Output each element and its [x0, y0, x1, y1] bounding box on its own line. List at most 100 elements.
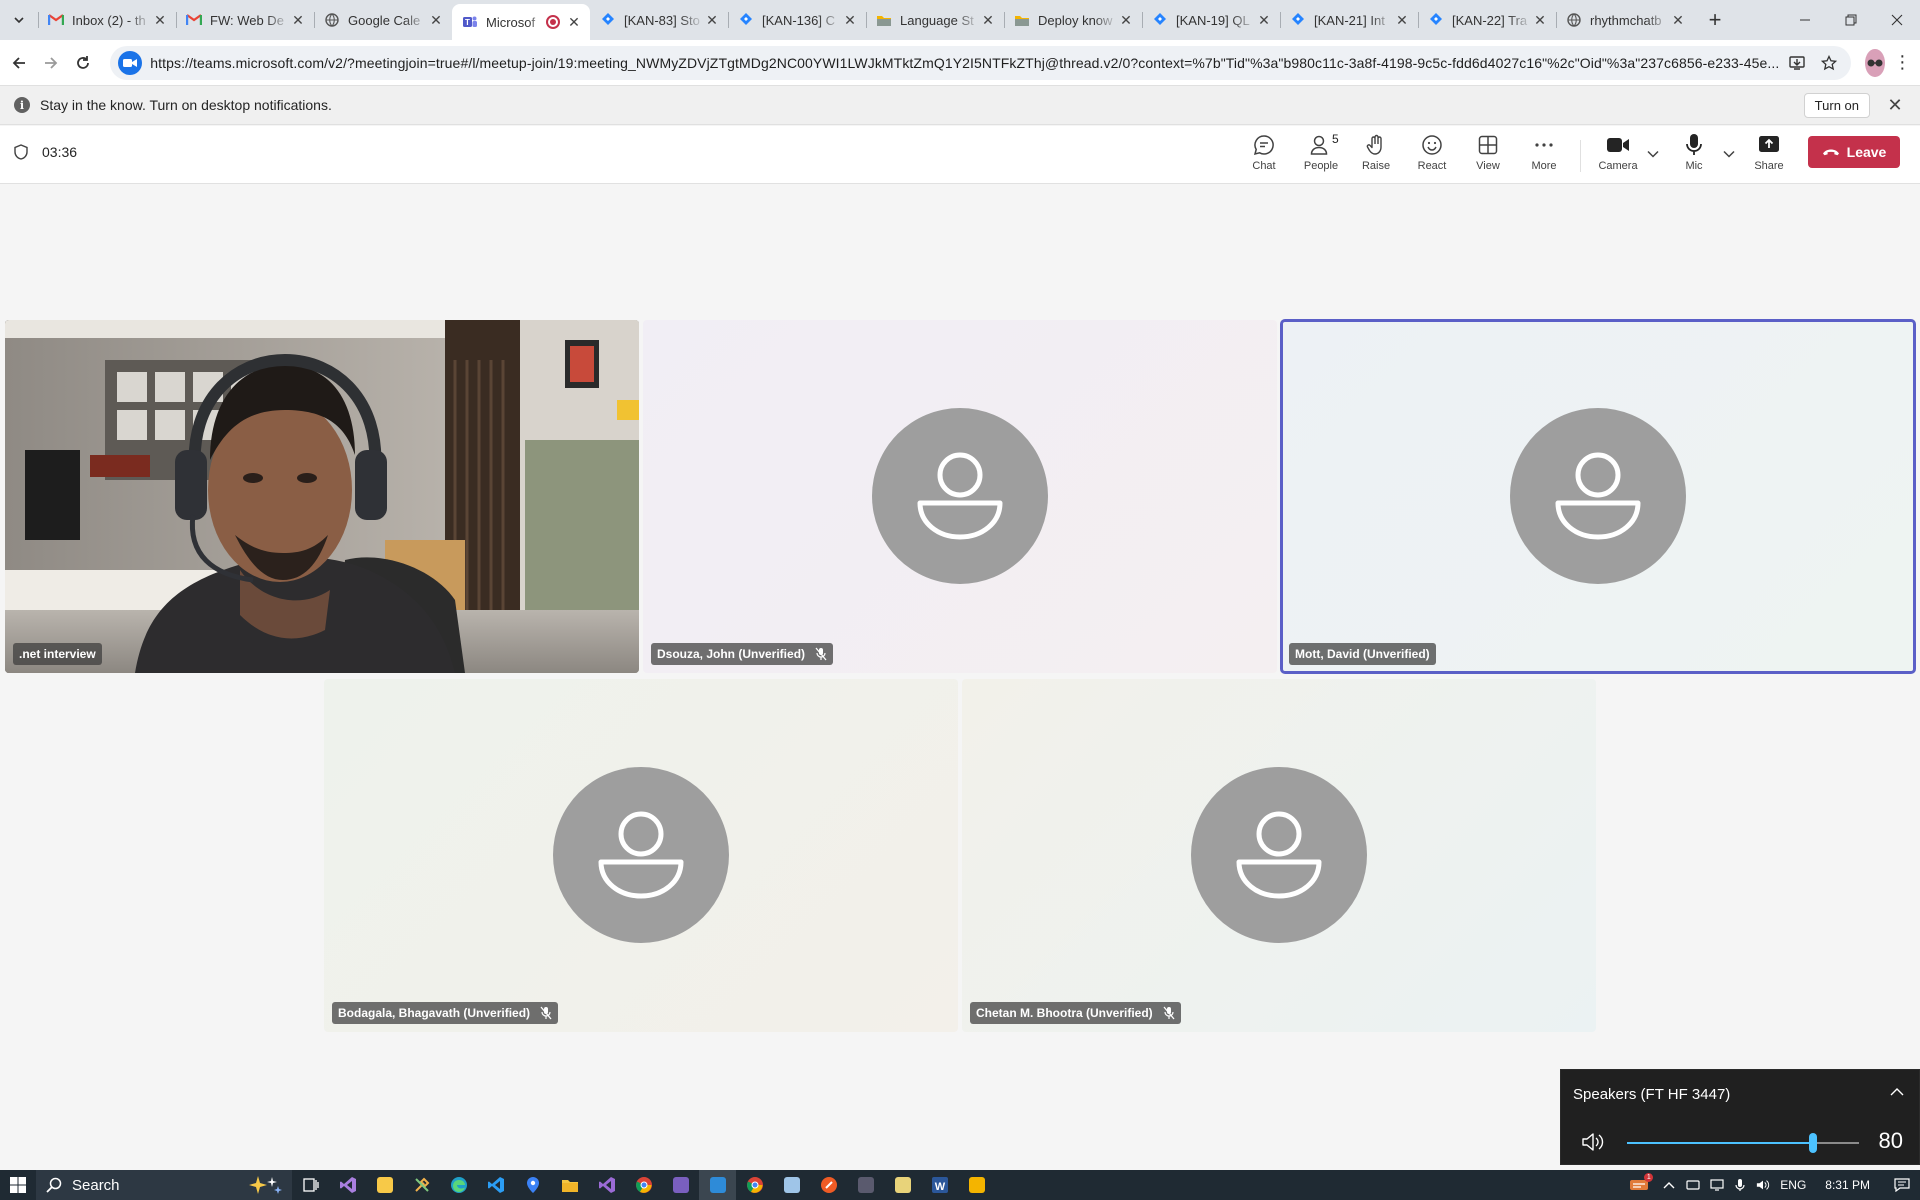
notification-banner: i Stay in the know. Turn on desktop noti… — [0, 85, 1920, 125]
task-view-icon[interactable] — [292, 1170, 329, 1200]
close-icon[interactable]: ✕ — [1394, 12, 1410, 28]
onedrive-icon[interactable] — [1681, 1170, 1705, 1200]
chat-button[interactable]: Chat — [1239, 132, 1289, 178]
display-icon[interactable] — [1705, 1170, 1729, 1200]
reload-button[interactable] — [72, 47, 94, 79]
chrome-icon[interactable] — [625, 1170, 662, 1200]
react-button[interactable]: React — [1407, 132, 1457, 178]
speaker-tray-icon[interactable] — [1751, 1170, 1775, 1200]
close-icon[interactable]: ✕ — [1670, 12, 1686, 28]
new-tab-button[interactable]: + — [1700, 5, 1730, 35]
tab-title: Inbox (2) - th — [72, 12, 146, 28]
participant-tile[interactable]: Bodagala, Bhagavath (Unverified) — [324, 679, 958, 1032]
close-icon[interactable]: ✕ — [428, 12, 444, 28]
sticky-notes-icon[interactable] — [366, 1170, 403, 1200]
leave-button[interactable]: Leave — [1808, 136, 1900, 168]
maps-icon[interactable] — [514, 1170, 551, 1200]
url-text[interactable]: https://teams.microsoft.com/v2/?meetingj… — [150, 55, 1779, 71]
snipping-app-icon[interactable] — [699, 1170, 736, 1200]
slides-icon[interactable] — [958, 1170, 995, 1200]
microphone-tray-icon[interactable] — [1729, 1170, 1751, 1200]
tab-search-button[interactable] — [0, 0, 38, 40]
chevron-up-icon[interactable] — [1657, 1170, 1681, 1200]
clock[interactable]: 8:31 PM — [1811, 1170, 1884, 1200]
notes-icon[interactable] — [884, 1170, 921, 1200]
chat-icon — [1253, 132, 1275, 158]
participant-tile-active-speaker[interactable]: Mott, David (Unverified) — [1280, 319, 1916, 674]
browser-tab[interactable]: Inbox (2) - th ✕ — [38, 0, 176, 40]
notification-center-icon[interactable] — [1884, 1170, 1920, 1200]
profile-avatar[interactable] — [1865, 48, 1885, 77]
close-icon[interactable]: ✕ — [1884, 94, 1906, 116]
participant-video-feed — [5, 320, 639, 673]
visual-studio-icon-2[interactable] — [588, 1170, 625, 1200]
people-button[interactable]: 5 People — [1296, 132, 1346, 178]
browser-tab[interactable]: [KAN-19] QL ✕ — [1142, 0, 1280, 40]
mic-button[interactable]: Mic — [1669, 132, 1719, 178]
browser-tab[interactable]: Language St ✕ — [866, 0, 1004, 40]
close-window-button[interactable] — [1874, 0, 1920, 40]
address-bar[interactable]: https://teams.microsoft.com/v2/?meetingj… — [110, 45, 1852, 80]
browser-tab[interactable]: [KAN-21] Int ✕ — [1280, 0, 1418, 40]
minimize-button[interactable] — [1782, 0, 1828, 40]
close-icon[interactable]: ✕ — [1256, 12, 1272, 28]
volume-slider-thumb[interactable] — [1808, 1133, 1817, 1153]
browser-tab[interactable]: [KAN-136] C ✕ — [728, 0, 866, 40]
mic-options-chevron-icon[interactable] — [1721, 146, 1737, 162]
browser-tab[interactable]: Deploy know ✕ — [1004, 0, 1142, 40]
chrome-profile-icon[interactable] — [736, 1170, 773, 1200]
bookmark-star-icon[interactable] — [1815, 49, 1843, 77]
back-button[interactable] — [8, 47, 30, 79]
language-indicator[interactable]: ENG — [1775, 1170, 1811, 1200]
close-icon[interactable]: ✕ — [1532, 12, 1548, 28]
start-button[interactable] — [0, 1170, 36, 1200]
close-icon[interactable]: ✕ — [980, 12, 996, 28]
browser-tab[interactable]: FW: Web De ✕ — [176, 0, 314, 40]
restore-button[interactable] — [1828, 0, 1874, 40]
word-icon[interactable]: W — [921, 1170, 958, 1200]
browser-tab[interactable]: [KAN-22] Tra ✕ — [1418, 0, 1556, 40]
turn-on-button[interactable]: Turn on — [1803, 93, 1870, 118]
forward-button[interactable] — [40, 47, 62, 79]
weather-icon[interactable]: 1 — [1621, 1170, 1657, 1200]
close-icon[interactable]: ✕ — [842, 12, 858, 28]
file-explorer-icon[interactable] — [551, 1170, 588, 1200]
participant-name-tag: Mott, David (Unverified) — [1289, 643, 1436, 665]
info-icon: i — [14, 97, 30, 113]
tools-icon[interactable] — [403, 1170, 440, 1200]
terminal-icon[interactable] — [847, 1170, 884, 1200]
visual-studio-icon[interactable] — [329, 1170, 366, 1200]
people-count: 5 — [1332, 132, 1339, 146]
audio-device-name[interactable]: Speakers (FT HF 3447) — [1573, 1086, 1730, 1103]
edge-icon[interactable] — [440, 1170, 477, 1200]
camera-options-chevron-icon[interactable] — [1645, 146, 1661, 162]
media-app-icon[interactable] — [662, 1170, 699, 1200]
participant-tile[interactable]: Dsouza, John (Unverified) — [643, 320, 1277, 673]
close-icon[interactable]: ✕ — [1118, 12, 1134, 28]
close-icon[interactable]: ✕ — [566, 14, 582, 30]
browser-tab[interactable]: [KAN-83] Sto ✕ — [590, 0, 728, 40]
browser-tab[interactable]: rhythmchatb ✕ — [1556, 0, 1694, 40]
camera-in-use-icon[interactable] — [118, 50, 143, 75]
browser-menu-icon[interactable]: ⋮ — [1893, 49, 1912, 77]
close-icon[interactable]: ✕ — [290, 12, 306, 28]
chevron-up-icon[interactable] — [1887, 1082, 1907, 1102]
speaker-icon[interactable] — [1581, 1132, 1605, 1152]
more-button[interactable]: More — [1519, 132, 1569, 178]
vscode-icon[interactable] — [477, 1170, 514, 1200]
view-button[interactable]: View — [1463, 132, 1513, 178]
camera-button[interactable]: Camera — [1592, 132, 1644, 178]
browser-tab[interactable]: Google Cale ✕ — [314, 0, 452, 40]
participant-video-tile[interactable]: .net interview — [5, 320, 639, 673]
install-app-icon[interactable] — [1783, 49, 1811, 77]
participant-tile[interactable]: Chetan M. Bhootra (Unverified) — [962, 679, 1596, 1032]
close-icon[interactable]: ✕ — [152, 12, 168, 28]
share-button[interactable]: Share — [1744, 132, 1794, 178]
close-icon[interactable]: ✕ — [704, 12, 720, 28]
volume-slider[interactable] — [1627, 1133, 1859, 1153]
taskbar-search[interactable]: Search — [36, 1170, 292, 1200]
browser-tab-active[interactable]: T Microsof ✕ — [452, 4, 590, 40]
postman-icon[interactable] — [810, 1170, 847, 1200]
raise-hand-button[interactable]: Raise — [1351, 132, 1401, 178]
notepad-icon[interactable] — [773, 1170, 810, 1200]
